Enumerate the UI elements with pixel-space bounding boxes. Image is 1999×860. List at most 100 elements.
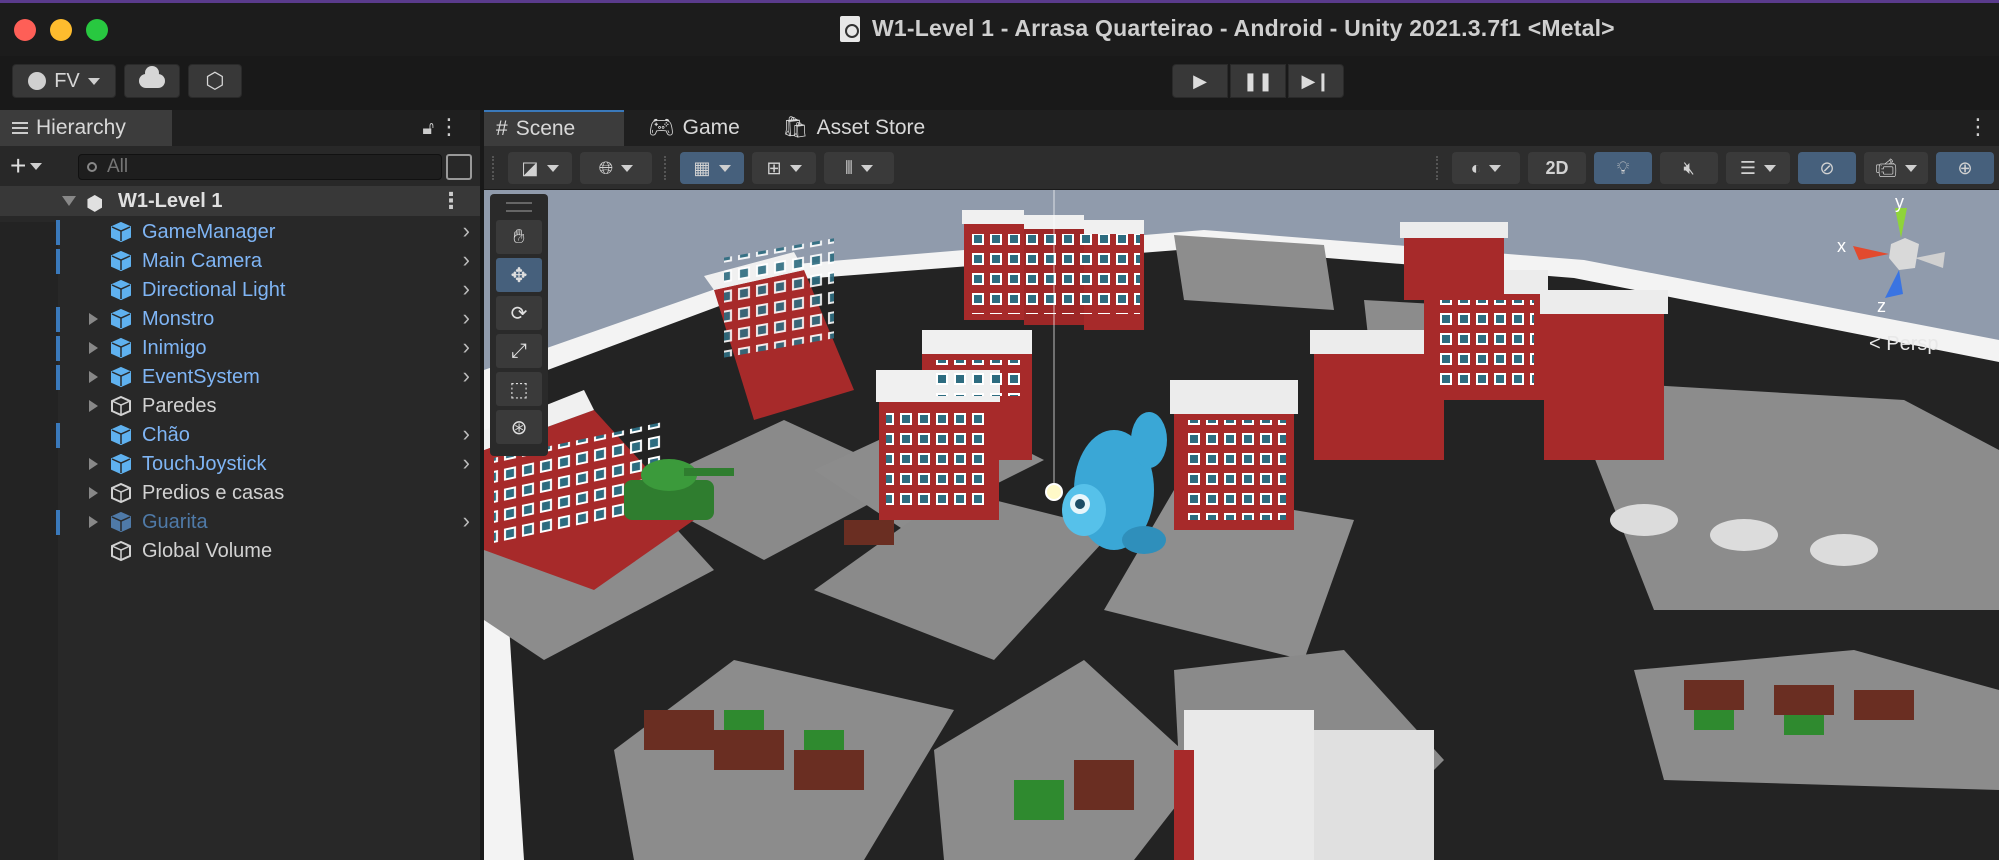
hierarchy-row[interactable]: Inimigo › bbox=[0, 334, 480, 363]
expand-arrow-icon[interactable] bbox=[89, 458, 98, 470]
hierarchy-row[interactable]: Chão › bbox=[0, 421, 480, 450]
search-icon bbox=[87, 162, 97, 172]
globe-icon: 🌐︎ bbox=[598, 157, 614, 178]
toggle-2d-button[interactable]: 2D bbox=[1528, 152, 1586, 184]
account-dropdown[interactable]: FV bbox=[12, 64, 116, 98]
layers-icon: ☰ bbox=[1739, 157, 1757, 178]
ruler-dropdown[interactable]: ⦀ bbox=[824, 152, 894, 184]
chevron-right-icon[interactable]: › bbox=[463, 305, 470, 331]
cloud-button[interactable] bbox=[124, 64, 180, 98]
chevron-down-icon bbox=[1764, 164, 1777, 172]
move-tool-button[interactable]: ✥ bbox=[496, 258, 542, 292]
search-options-icon[interactable] bbox=[446, 154, 472, 180]
rect-tool-button[interactable]: ⬚ bbox=[496, 372, 542, 406]
ruler-icon: ⦀ bbox=[845, 157, 853, 178]
step-button[interactable]: ▶❙ bbox=[1288, 64, 1344, 98]
tab-asset-store-label: Asset Store bbox=[816, 116, 926, 139]
expand-arrow-icon[interactable] bbox=[89, 400, 98, 412]
hand-tool-button[interactable]: ✋︎ bbox=[496, 220, 542, 254]
minimize-window-button[interactable] bbox=[50, 19, 72, 41]
play-icon: ▶ bbox=[1193, 70, 1207, 91]
orientation-gizmo[interactable]: y x z < Persp bbox=[1829, 192, 1979, 368]
camera-dropdown[interactable]: 📹︎ bbox=[1864, 152, 1928, 184]
tab-game[interactable]: 🎮︎ Game bbox=[636, 110, 746, 146]
strip-grip[interactable] bbox=[506, 202, 532, 212]
hierarchy-item-label: GameManager bbox=[142, 221, 276, 243]
pause-icon: ❚❚ bbox=[1242, 70, 1274, 91]
zoom-window-button[interactable] bbox=[86, 19, 108, 41]
chevron-right-icon[interactable]: › bbox=[463, 218, 470, 244]
chevron-right-icon[interactable]: › bbox=[463, 247, 470, 273]
shading-mode-dropdown[interactable]: ◐ bbox=[1452, 152, 1520, 184]
hierarchy-search-input[interactable] bbox=[107, 156, 407, 178]
tab-hierarchy[interactable]: Hierarchy bbox=[0, 110, 172, 146]
hierarchy-row[interactable]: EventSystem › bbox=[0, 363, 480, 392]
expand-arrow-icon[interactable] bbox=[89, 516, 98, 528]
toggle-2d-label: 2D bbox=[1545, 157, 1569, 178]
expand-arrow-icon[interactable] bbox=[89, 487, 98, 499]
draw-mode-dropdown[interactable]: ◪ bbox=[508, 152, 572, 184]
audio-toggle[interactable]: 🔇︎ bbox=[1660, 152, 1718, 184]
hierarchy-row[interactable]: TouchJoystick › bbox=[0, 450, 480, 479]
tab-asset-store[interactable]: 🛍︎ Asset Store bbox=[770, 110, 930, 146]
transform-tool-button[interactable]: ⊛ bbox=[496, 410, 542, 444]
hierarchy-menu-icon[interactable]: ⋮ bbox=[438, 114, 460, 140]
rotate-tool-button[interactable]: ⟳ bbox=[496, 296, 542, 330]
lock-icon[interactable]: 🔓︎ bbox=[422, 118, 434, 139]
hierarchy-item-label: Directional Light bbox=[142, 279, 286, 301]
scale-tool-button[interactable]: ⤢ bbox=[496, 334, 542, 368]
expand-arrow-icon[interactable] bbox=[89, 342, 98, 354]
window-title: W1-Level 1 - Arrasa Quarteirao - Android… bbox=[872, 15, 1615, 41]
scene-viewport[interactable]: ✋︎ ✥ ⟳ ⤢ ⬚ ⊛ y x z < Persp bbox=[484, 190, 1999, 860]
tab-scene[interactable]: # Scene bbox=[484, 110, 624, 146]
scene-menu-icon[interactable]: ⋮ bbox=[1967, 114, 1989, 140]
camera-icon: 📹︎ bbox=[1874, 157, 1898, 178]
expand-arrow-icon[interactable] bbox=[89, 313, 98, 325]
projection-toggle[interactable]: < Persp bbox=[1869, 333, 1938, 356]
chevron-right-icon[interactable]: › bbox=[463, 334, 470, 360]
play-button[interactable]: ▶ bbox=[1172, 64, 1228, 98]
chevron-right-icon[interactable]: › bbox=[463, 450, 470, 476]
hierarchy-row[interactable]: Directional Light › bbox=[0, 276, 480, 305]
hierarchy-row[interactable]: GameManager › bbox=[0, 218, 480, 247]
hierarchy-row[interactable]: Global Volume bbox=[0, 537, 480, 566]
hierarchy-row[interactable]: Main Camera › bbox=[0, 247, 480, 276]
chevron-down-icon bbox=[621, 164, 634, 172]
collapse-arrow-icon[interactable] bbox=[62, 196, 76, 206]
increment-snap-dropdown[interactable]: ⊞ bbox=[752, 152, 816, 184]
grid-snap-dropdown[interactable]: ▦ bbox=[680, 152, 744, 184]
effects-dropdown[interactable]: ☰ bbox=[1726, 152, 1790, 184]
hidden-eye-icon: ⊘ bbox=[1819, 157, 1835, 178]
hierarchy-row[interactable]: Guarita › bbox=[0, 508, 480, 537]
pause-button[interactable]: ❚❚ bbox=[1230, 64, 1286, 98]
hierarchy-tab-label: Hierarchy bbox=[36, 116, 126, 139]
chevron-right-icon[interactable]: › bbox=[463, 363, 470, 389]
lighting-toggle[interactable]: 💡︎ bbox=[1594, 152, 1652, 184]
chevron-down-icon bbox=[860, 164, 873, 172]
visibility-toggle[interactable]: ⊘ bbox=[1798, 152, 1856, 184]
hierarchy-row[interactable]: Monstro › bbox=[0, 305, 480, 334]
chevron-right-icon[interactable]: › bbox=[463, 421, 470, 447]
close-window-button[interactable] bbox=[14, 19, 36, 41]
hierarchy-row[interactable]: Predios e casas bbox=[0, 479, 480, 508]
scene-menu-icon[interactable]: ⋮ bbox=[440, 188, 462, 214]
collab-button[interactable]: ⬡ bbox=[188, 64, 242, 98]
chevron-right-icon[interactable]: › bbox=[463, 508, 470, 534]
expand-arrow-icon[interactable] bbox=[89, 371, 98, 383]
collab-icon: ⬡ bbox=[205, 68, 225, 93]
snap-icon: ⊞ bbox=[766, 157, 782, 178]
chevron-right-icon[interactable]: › bbox=[463, 276, 470, 302]
global-local-dropdown[interactable]: 🌐︎ bbox=[580, 152, 652, 184]
override-marker bbox=[56, 510, 60, 535]
create-dropdown[interactable]: + bbox=[10, 150, 43, 182]
hierarchy-row[interactable]: Paredes bbox=[0, 392, 480, 421]
window-title-wrap: W1-Level 1 - Arrasa Quarteirao - Android… bbox=[840, 15, 1615, 42]
gamepad-icon: 🎮︎ bbox=[648, 116, 675, 139]
chevron-down-icon bbox=[30, 162, 43, 170]
scene-root-row[interactable]: ⬢ W1-Level 1 ⋮ bbox=[0, 186, 480, 216]
account-label: FV bbox=[54, 69, 80, 92]
chevron-down-icon bbox=[546, 164, 559, 172]
draw-mode-icon: ◪ bbox=[521, 157, 539, 178]
plus-icon: + bbox=[10, 150, 27, 181]
gizmos-dropdown[interactable]: ⊕ bbox=[1936, 152, 1994, 184]
